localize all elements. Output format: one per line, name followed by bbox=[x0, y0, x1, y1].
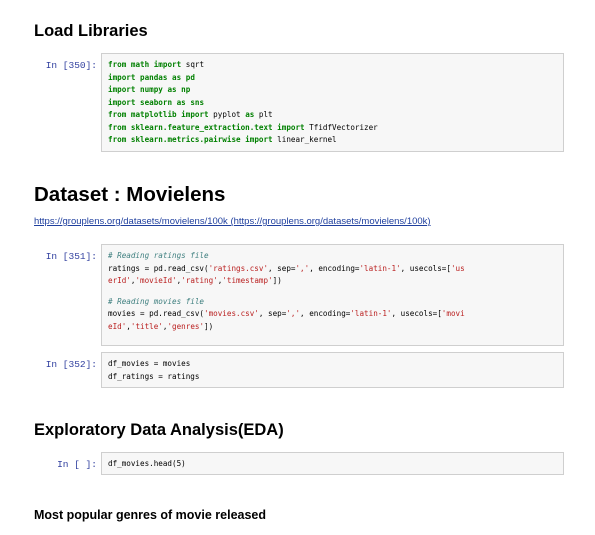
cell-empty-prompt: In [ ]: bbox=[57, 459, 97, 470]
code-line: import seaborn as sns bbox=[108, 97, 205, 107]
code-comment: # Reading movies file bbox=[108, 296, 205, 306]
code-line: import numpy as np bbox=[108, 85, 191, 94]
code-line: from sklearn.metrics.pairwise import lin… bbox=[108, 135, 337, 144]
code-line: erId','movieId','rating','timestamp']) bbox=[108, 276, 282, 285]
cell-350-prompt: In [350]: bbox=[45, 60, 97, 71]
cell-351-prompt: In [351]: bbox=[45, 251, 97, 262]
heading-popular-genres: Most popular genres of movie released bbox=[34, 508, 267, 522]
code-line: df_movies = movies bbox=[108, 359, 191, 368]
code-cell-352[interactable]: df_movies = movies df_ratings = ratings bbox=[101, 352, 564, 388]
code-cell-351[interactable]: # Reading ratings file ratings = pd.read… bbox=[101, 244, 564, 346]
heading-eda: Exploratory Data Analysis(EDA) bbox=[34, 421, 284, 439]
heading-load-libraries: Load Libraries bbox=[34, 22, 148, 40]
code-line: from math import sqrt bbox=[108, 60, 205, 69]
code-line: eId','title','genres']) bbox=[108, 321, 214, 331]
code-line: ratings = pd.read_csv('ratings.csv', sep… bbox=[108, 263, 465, 273]
code-cell-head[interactable]: df_movies.head(5) bbox=[101, 452, 564, 475]
code-cell-350[interactable]: from math import sqrt import pandas as p… bbox=[101, 53, 564, 152]
code-line: from sklearn.feature_extraction.text imp… bbox=[108, 122, 378, 132]
cell-352-prompt: In [352]: bbox=[45, 359, 97, 370]
code-line: df_ratings = ratings bbox=[108, 371, 200, 381]
heading-dataset: Dataset : Movielens bbox=[34, 183, 226, 206]
code-line: df_movies.head(5) bbox=[108, 459, 186, 468]
code-line: from matplotlib import pyplot as plt bbox=[108, 110, 273, 119]
code-line: movies = pd.read_csv('movies.csv', sep='… bbox=[108, 309, 465, 318]
code-line: import pandas as pd bbox=[108, 72, 195, 82]
dataset-link[interactable]: https://grouplens.org/datasets/movielens… bbox=[34, 216, 431, 227]
code-comment: # Reading ratings file bbox=[108, 251, 209, 260]
